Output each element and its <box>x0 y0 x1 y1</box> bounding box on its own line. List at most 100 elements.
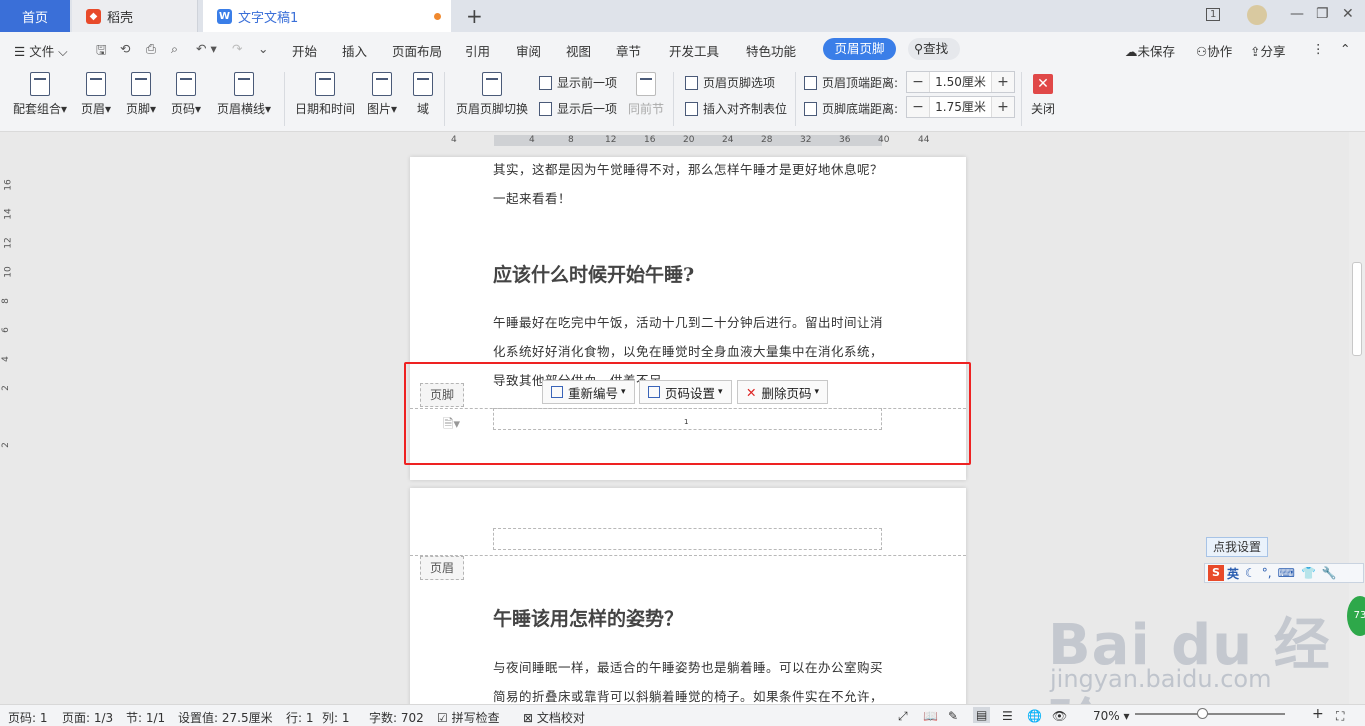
decrease-icon[interactable]: − <box>907 72 929 92</box>
print-icon[interactable]: ⎙ <box>146 41 156 57</box>
header-distance-value[interactable]: 1.50厘米 <box>929 72 992 92</box>
body-text[interactable]: 化系统好好消化食物，以免在睡觉时全身血液大量集中在消化系统， <box>493 341 883 360</box>
reading-mode-icon[interactable]: 📖 <box>923 709 938 723</box>
zoom-slider-track[interactable] <box>1135 713 1285 715</box>
menu-insert[interactable]: 插入 <box>342 41 367 60</box>
footer-button[interactable]: 页脚▾ <box>123 72 159 117</box>
scrollbar-thumb[interactable] <box>1352 262 1362 356</box>
increase-icon[interactable]: + <box>992 97 1014 117</box>
window-count-badge[interactable]: 1 <box>1206 8 1221 21</box>
ime-lang[interactable]: 英 <box>1227 565 1239 582</box>
insert-tab-button[interactable]: 插入对齐制表位 <box>685 100 787 117</box>
body-text[interactable]: 午睡最好在吃完中午饭，活动十几到二十分钟后进行。留出时间让消 <box>493 312 883 331</box>
tab-home[interactable]: 首页 <box>0 0 70 32</box>
close-hf-button[interactable]: ✕ 关闭 <box>1030 72 1056 117</box>
minimize-icon[interactable]: — <box>1290 6 1304 22</box>
print-preview-icon[interactable]: ⌕ <box>171 41 178 57</box>
menu-developer[interactable]: 开发工具 <box>669 41 719 60</box>
vertical-ruler[interactable] <box>0 148 16 708</box>
edit-mode-icon[interactable]: ✎ <box>948 709 958 723</box>
zoom-in-icon[interactable]: + <box>1312 706 1324 722</box>
wps-writer-window: { "tabs": { "home": "首页", "daoke": "稻壳",… <box>0 0 1365 726</box>
menu-header-footer[interactable]: 页眉页脚 <box>823 38 896 60</box>
menu-section[interactable]: 章节 <box>616 41 641 60</box>
body-text[interactable]: 简易的折叠床或靠背可以斜躺着睡觉的椅子。如果条件实在不允许， <box>493 686 883 705</box>
web-view-icon[interactable]: 🌐 <box>1027 709 1042 723</box>
close-window-icon[interactable]: ✕ <box>1342 6 1354 22</box>
decrease-icon[interactable]: − <box>907 97 929 117</box>
new-tab-button[interactable]: + <box>466 4 483 28</box>
field-label: 域 <box>416 102 429 116</box>
zoom-slider-knob[interactable] <box>1197 708 1208 719</box>
spell-check-label: 拼写检查 <box>451 711 500 725</box>
hf-options-button[interactable]: 页眉页脚选项 <box>685 74 775 91</box>
document-page-2[interactable]: 页眉 午睡该用怎样的姿势？ 与夜间睡眠一样，最适合的午睡姿势也是躺着睡。可以在办… <box>410 488 966 708</box>
share-button[interactable]: ⇪分享 <box>1250 41 1286 60</box>
collab-button[interactable]: ⚇协作 <box>1196 41 1232 60</box>
spell-check-button[interactable]: ☑ 拼写检查 <box>437 709 500 726</box>
hf-switch-button[interactable]: 页眉页脚切换 <box>455 72 529 117</box>
zoom-dropdown[interactable]: 70% ▾ <box>1093 709 1130 723</box>
section-heading[interactable]: 应该什么时候开始午睡? <box>493 260 694 287</box>
increase-icon[interactable]: + <box>992 72 1014 92</box>
status-page-number[interactable]: 页码: 1 <box>8 709 48 726</box>
page-view-icon[interactable]: ▤ <box>973 707 991 723</box>
body-text[interactable]: 其实，这都是因为午觉睡得不对，那么怎样午睡才是更好地休息呢？ <box>493 159 883 178</box>
restore-icon[interactable]: ❐ <box>1316 6 1329 22</box>
proofread-button[interactable]: ⊠ 文档校对 <box>523 709 585 726</box>
status-setting[interactable]: 设置值: 27.5厘米 <box>178 709 273 726</box>
body-text[interactable]: 一起来看看！ <box>493 188 571 207</box>
menu-layout[interactable]: 页面布局 <box>392 41 442 60</box>
file-menu[interactable]: ☰ 文件 ⌵ <box>14 41 68 60</box>
keyboard-icon[interactable]: ⌨ <box>1278 566 1295 580</box>
outline-view-icon[interactable]: ☰ <box>1002 709 1013 723</box>
more-icon[interactable]: ⋮ <box>1312 41 1325 56</box>
status-section[interactable]: 节: 1/1 <box>126 709 165 726</box>
collapse-ribbon-icon[interactable]: ⌃ <box>1340 41 1350 56</box>
page-number-button[interactable]: 页码▾ <box>168 72 204 117</box>
menu-view[interactable]: 视图 <box>566 41 591 60</box>
punct-icon[interactable]: °, <box>1262 566 1272 580</box>
moon-icon[interactable]: ☾ <box>1245 566 1256 580</box>
field-button[interactable]: 域 <box>410 72 436 117</box>
menu-review[interactable]: 审阅 <box>516 41 541 60</box>
header-button[interactable]: 页眉▾ <box>78 72 114 117</box>
show-next-button[interactable]: 显示后一项 <box>539 100 617 117</box>
footer-distance-value[interactable]: 1.75厘米 <box>929 97 992 117</box>
header-edit-area[interactable] <box>493 528 882 550</box>
ime-toolbar[interactable]: S 英 ☾ °, ⌨ 👕 🔧 <box>1204 563 1364 583</box>
show-prev-button[interactable]: 显示前一项 <box>539 74 617 91</box>
status-pages[interactable]: 页面: 1/3 <box>62 709 113 726</box>
menu-start[interactable]: 开始 <box>292 41 317 60</box>
redo-icon[interactable]: ↷ <box>232 41 242 56</box>
search-button[interactable]: ⚲查找 <box>908 38 960 60</box>
body-text[interactable]: 与夜间睡眠一样，最适合的午睡姿势也是躺着睡。可以在办公室购买 <box>493 657 883 676</box>
undo-icon[interactable]: ↶ ▾ <box>196 41 217 56</box>
header-distance-spinner[interactable]: − 1.50厘米 + <box>906 71 1015 93</box>
wrench-icon[interactable]: 🔧 <box>1322 566 1337 580</box>
menu-special[interactable]: 特色功能 <box>746 41 796 60</box>
highlight-annotation <box>404 362 971 465</box>
datetime-button[interactable]: 日期和时间 <box>293 72 357 117</box>
shirt-icon[interactable]: 👕 <box>1301 566 1316 580</box>
status-word-count[interactable]: 字数: 702 <box>369 709 424 726</box>
tab-document[interactable]: W 文字文稿1 <box>203 0 451 32</box>
avatar[interactable] <box>1247 5 1267 25</box>
more-quick-icon[interactable]: ⌄ <box>258 41 268 56</box>
same-as-prev-button[interactable]: 同前节 <box>627 72 665 117</box>
picture-button[interactable]: 图片▾ <box>364 72 400 117</box>
fit-page-icon[interactable]: ⛶ <box>1336 709 1344 724</box>
combo-icon <box>30 72 50 96</box>
tab-daoke[interactable]: ◆ 稻壳 <box>72 0 198 32</box>
eye-protect-icon[interactable]: 👁 <box>1052 709 1067 723</box>
ime-settings-tip[interactable]: 点我设置 <box>1206 537 1268 557</box>
save-icon[interactable]: 🖫 <box>96 41 107 62</box>
combo-button[interactable]: 配套组合▾ <box>10 72 70 117</box>
section-heading[interactable]: 午睡该用怎样的姿势？ <box>493 604 683 631</box>
format-painter-icon[interactable]: ⟲ <box>120 41 130 56</box>
footer-distance-spinner[interactable]: − 1.75厘米 + <box>906 96 1015 118</box>
unsaved-button[interactable]: ☁未保存 <box>1125 41 1175 60</box>
fullscreen-icon[interactable]: ⤢ <box>898 709 908 724</box>
menu-reference[interactable]: 引用 <box>465 41 490 60</box>
header-line-button[interactable]: 页眉横线▾ <box>214 72 274 117</box>
